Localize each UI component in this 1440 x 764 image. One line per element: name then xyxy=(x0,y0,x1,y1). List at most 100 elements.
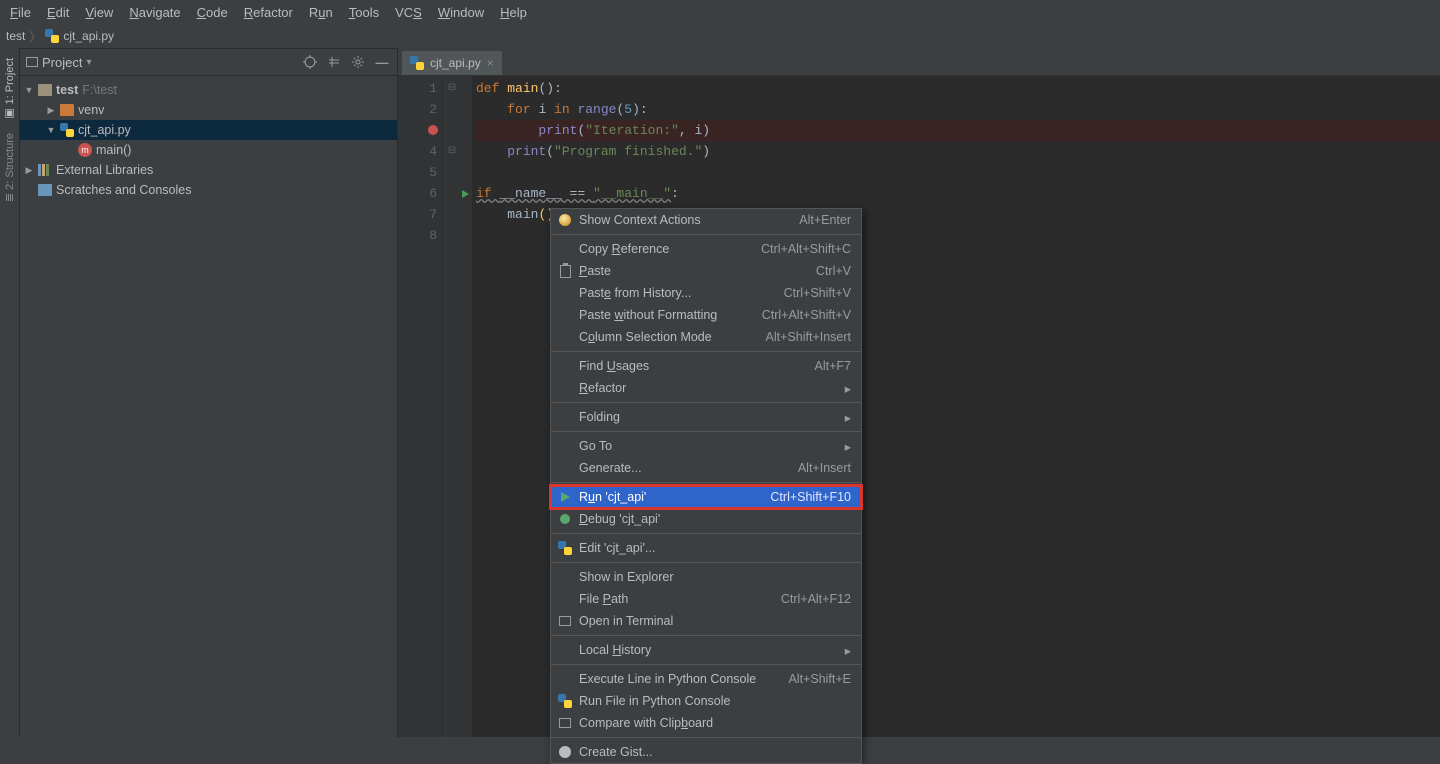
context-menu-shortcut: Ctrl+Shift+F10 xyxy=(770,490,851,504)
menu-run[interactable]: Run xyxy=(305,5,337,20)
context-menu-label: Copy Reference xyxy=(579,242,761,256)
bulb-icon xyxy=(557,212,573,228)
tab-project-vertical[interactable]: ▣ 1: Project xyxy=(3,52,16,127)
context-menu-item[interactable]: Go To▸ xyxy=(551,435,861,457)
context-menu-shortcut: Ctrl+Alt+Shift+C xyxy=(761,242,851,256)
python-file-icon xyxy=(45,29,59,43)
context-menu-item[interactable]: File PathCtrl+Alt+F12 xyxy=(551,588,861,610)
left-tool-strip: ▣ 1: Project ≣ 2: Structure xyxy=(0,48,20,737)
method-icon: m xyxy=(78,143,92,157)
context-menu-label: Generate... xyxy=(579,461,798,475)
menu-edit[interactable]: Edit xyxy=(43,5,73,20)
folder-icon xyxy=(38,84,52,96)
line-number-gutter[interactable]: 1 2 3 4 5 6 7 8 xyxy=(398,76,446,737)
context-menu-label: Show Context Actions xyxy=(579,213,799,227)
context-menu-separator xyxy=(551,562,861,563)
menu-view[interactable]: View xyxy=(81,5,117,20)
context-menu-label: Run File in Python Console xyxy=(579,694,851,708)
menu-vcs[interactable]: VCS xyxy=(391,5,426,20)
project-panel-title[interactable]: Project ▾ xyxy=(26,55,295,70)
tab-structure-vertical[interactable]: ≣ 2: Structure xyxy=(3,127,16,208)
breadcrumb: test 〉 cjt_api.py xyxy=(0,24,1440,48)
menu-navigate[interactable]: Navigate xyxy=(125,5,184,20)
context-menu-shortcut: Ctrl+Alt+F12 xyxy=(781,592,851,606)
menu-tools[interactable]: Tools xyxy=(345,5,383,20)
context-menu-separator xyxy=(551,351,861,352)
settings-gear-icon[interactable] xyxy=(349,53,367,71)
context-menu-item[interactable]: Open in Terminal xyxy=(551,610,861,632)
menu-window[interactable]: Window xyxy=(434,5,488,20)
chevron-right-icon: ▸ xyxy=(845,381,851,396)
editor-tabs: cjt_api.py × xyxy=(398,48,1440,76)
context-menu-item[interactable]: Execute Line in Python ConsoleAlt+Shift+… xyxy=(551,668,861,690)
context-menu-shortcut: Alt+Enter xyxy=(799,213,851,227)
context-menu-label: Paste without Formatting xyxy=(579,308,762,322)
tree-scratches[interactable]: ▶ Scratches and Consoles xyxy=(20,180,397,200)
context-menu-label: Local History xyxy=(579,643,845,657)
context-menu-label: Compare with Clipboard xyxy=(579,716,851,730)
context-menu-item[interactable]: Run File in Python Console xyxy=(551,690,861,712)
context-menu-label: Paste xyxy=(579,264,816,278)
main-menu-bar: File Edit View Navigate Code Refactor Ru… xyxy=(0,0,1440,24)
context-menu-label: Show in Explorer xyxy=(579,570,851,584)
menu-refactor[interactable]: Refactor xyxy=(240,5,297,20)
context-menu-item[interactable]: Paste from History...Ctrl+Shift+V xyxy=(551,282,861,304)
fold-gutter[interactable]: ⊟⊟ xyxy=(446,76,458,737)
context-menu-shortcut: Alt+Insert xyxy=(798,461,851,475)
menu-help[interactable]: Help xyxy=(496,5,531,20)
context-menu-separator xyxy=(551,533,861,534)
context-menu-item[interactable]: Debug 'cjt_api' xyxy=(551,508,861,530)
context-menu-shortcut: Alt+F7 xyxy=(815,359,851,373)
context-menu-item[interactable]: Show in Explorer xyxy=(551,566,861,588)
tree-func[interactable]: m main() xyxy=(20,140,397,160)
context-menu-label: Go To xyxy=(579,439,845,453)
context-menu-shortcut: Ctrl+Alt+Shift+V xyxy=(762,308,851,322)
project-tree: ▼ testF:\test ▶ venv ▼ cjt_api.py m main… xyxy=(20,76,397,204)
context-menu-item[interactable]: Refactor▸ xyxy=(551,377,861,399)
chevron-right-icon: ▶ xyxy=(46,105,56,116)
context-menu-item[interactable]: Compare with Clipboard xyxy=(551,712,861,734)
tree-external-libraries[interactable]: ▶ External Libraries xyxy=(20,160,397,180)
context-menu-separator xyxy=(551,234,861,235)
hide-panel-button[interactable]: — xyxy=(373,53,391,71)
close-icon[interactable]: × xyxy=(487,56,494,70)
run-gutter[interactable] xyxy=(458,76,472,737)
context-menu-item[interactable]: Run 'cjt_api'Ctrl+Shift+F10 xyxy=(551,486,861,508)
context-menu-item[interactable]: Edit 'cjt_api'... xyxy=(551,537,861,559)
tree-file[interactable]: ▼ cjt_api.py xyxy=(20,120,397,140)
chevron-down-icon: ▼ xyxy=(46,125,56,135)
context-menu-item[interactable]: Generate...Alt+Insert xyxy=(551,457,861,479)
collapse-all-button[interactable] xyxy=(325,53,343,71)
menu-file[interactable]: File xyxy=(6,5,35,20)
project-view-icon xyxy=(26,57,38,67)
context-menu-item[interactable]: Column Selection ModeAlt+Shift+Insert xyxy=(551,326,861,348)
scratches-icon xyxy=(38,184,52,196)
python-file-icon xyxy=(60,123,74,137)
chevron-right-icon: ▶ xyxy=(24,165,34,176)
chevron-right-icon: ▸ xyxy=(845,439,851,454)
tree-root[interactable]: ▼ testF:\test xyxy=(20,80,397,100)
folder-icon xyxy=(60,104,74,116)
run-gutter-icon[interactable] xyxy=(462,190,469,198)
context-menu-label: Edit 'cjt_api'... xyxy=(579,541,851,555)
context-menu-label: Create Gist... xyxy=(579,745,851,759)
context-menu-item[interactable]: Local History▸ xyxy=(551,639,861,661)
breadcrumb-chevron-icon: 〉 xyxy=(29,28,41,45)
context-menu-item[interactable]: Paste without FormattingCtrl+Alt+Shift+V xyxy=(551,304,861,326)
context-menu-item[interactable]: Create Gist... xyxy=(551,741,861,763)
tree-venv[interactable]: ▶ venv xyxy=(20,100,397,120)
locate-button[interactable] xyxy=(301,53,319,71)
context-menu-item[interactable]: Folding▸ xyxy=(551,406,861,428)
breadcrumb-file[interactable]: cjt_api.py xyxy=(63,29,114,43)
context-menu-item[interactable]: PasteCtrl+V xyxy=(551,260,861,282)
context-menu-item[interactable]: Copy ReferenceCtrl+Alt+Shift+C xyxy=(551,238,861,260)
editor-tab[interactable]: cjt_api.py × xyxy=(402,51,502,75)
menu-code[interactable]: Code xyxy=(193,5,232,20)
context-menu-separator xyxy=(551,664,861,665)
context-menu-label: Column Selection Mode xyxy=(579,330,766,344)
breadcrumb-root[interactable]: test xyxy=(6,29,25,43)
context-menu-item[interactable]: Show Context ActionsAlt+Enter xyxy=(551,209,861,231)
gh-icon xyxy=(557,744,573,760)
context-menu-item[interactable]: Find UsagesAlt+F7 xyxy=(551,355,861,377)
term-icon xyxy=(557,613,573,629)
